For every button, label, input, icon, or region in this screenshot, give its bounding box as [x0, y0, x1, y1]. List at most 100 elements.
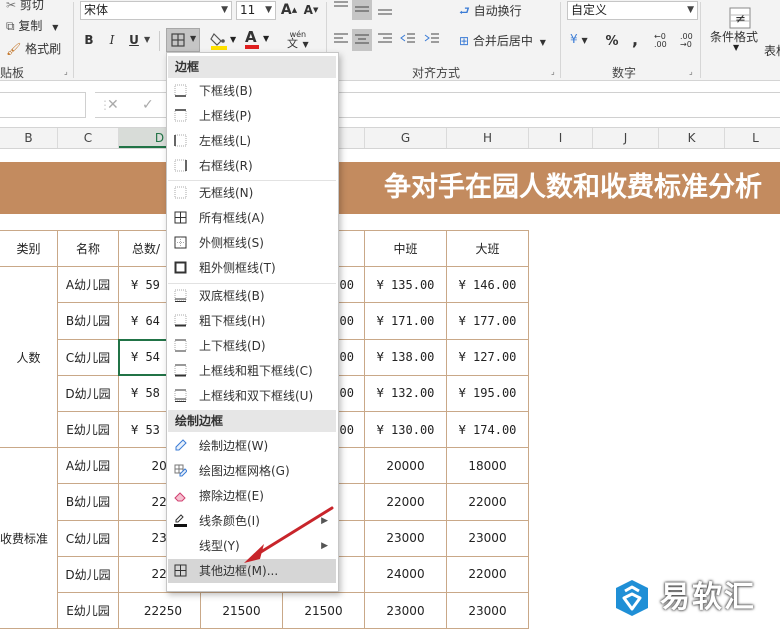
value-cell[interactable]: 20000	[365, 448, 447, 485]
underline-button[interactable]: U	[127, 32, 141, 48]
value-cell[interactable]: ¥ 146.00	[447, 267, 529, 304]
menu-item[interactable]: 下框线(B)	[168, 79, 336, 103]
value-cell[interactable]: ¥ 132.00	[365, 375, 447, 412]
border-button[interactable]: ▼	[166, 28, 200, 52]
column-header[interactable]: J	[593, 128, 659, 148]
bottom-align-button[interactable]	[377, 0, 395, 18]
bold-button[interactable]: B	[82, 32, 96, 48]
menu-item[interactable]: 粗下框线(H)	[168, 309, 336, 333]
cut-button[interactable]: ✂ 剪切	[6, 0, 44, 13]
column-header[interactable]: K	[659, 128, 725, 148]
alignment-launcher-icon[interactable]: ⌟	[551, 67, 555, 76]
align-center-button[interactable]	[352, 29, 372, 51]
menu-item[interactable]: 粗外侧框线(T)	[168, 256, 336, 280]
top-align-button[interactable]	[333, 0, 351, 18]
column-header[interactable]: C	[58, 128, 119, 148]
middle-align-button[interactable]	[352, 0, 372, 20]
header-cell[interactable]: 类别	[0, 231, 58, 268]
group-label-cell[interactable]: 人数	[0, 267, 58, 449]
title-banner[interactable]: 争对手在园人数和收费标准分析	[0, 162, 780, 214]
shrink-font-button[interactable]: A ▼	[303, 1, 319, 19]
value-cell[interactable]: 23000	[365, 520, 447, 557]
value-cell[interactable]: ¥ 195.00	[447, 375, 529, 412]
column-header[interactable]: I	[529, 128, 593, 148]
name-cell[interactable]: B幼儿园	[58, 303, 119, 340]
menu-item[interactable]: 上框线(P)	[168, 104, 336, 128]
phonetic-button[interactable]: wén 文 ▼	[287, 30, 309, 49]
menu-item[interactable]: 双底框线(B)	[168, 284, 336, 308]
name-cell[interactable]: D幼儿园	[58, 375, 119, 412]
confirm-icon[interactable]: ✓	[142, 93, 154, 117]
column-header[interactable]: H	[447, 128, 529, 148]
menu-item[interactable]: 无框线(N)	[168, 181, 336, 205]
column-header[interactable]: B	[0, 128, 58, 148]
value-cell[interactable]: 22000	[365, 484, 447, 521]
value-cell[interactable]: ¥ 174.00	[447, 412, 529, 449]
grow-font-button[interactable]: A ▲	[281, 1, 297, 19]
value-cell[interactable]: 21500	[283, 593, 365, 629]
value-cell[interactable]: 22000	[447, 556, 529, 593]
italic-button[interactable]: I	[105, 32, 119, 48]
value-cell[interactable]: ¥ 177.00	[447, 303, 529, 340]
font-name-combo[interactable]: 宋体 ▼	[80, 1, 232, 20]
cancel-icon[interactable]: ✕	[107, 93, 119, 117]
header-cell[interactable]: 名称	[58, 231, 119, 268]
name-cell[interactable]: A幼儿园	[58, 448, 119, 485]
chevron-down-icon[interactable]: ▼	[144, 35, 150, 44]
value-cell[interactable]: 23000	[447, 593, 529, 629]
menu-item[interactable]: 上框线和双下框线(U)	[168, 384, 336, 408]
header-cell[interactable]: 中班	[365, 231, 447, 268]
value-cell[interactable]: ¥ 171.00	[365, 303, 447, 340]
merge-center-button[interactable]: ⊞ 合并后居中 ▼	[459, 32, 546, 49]
name-cell[interactable]: C幼儿园	[58, 339, 119, 376]
name-cell[interactable]: B幼儿园	[58, 484, 119, 521]
header-cell[interactable]: 大班	[447, 231, 529, 268]
value-cell[interactable]: 18000	[447, 448, 529, 485]
menu-item[interactable]: 上下框线(D)	[168, 334, 336, 358]
format-painter-button[interactable]: 🖌 格式刷	[6, 40, 61, 57]
name-cell[interactable]: E幼儿园	[58, 593, 119, 629]
menu-item[interactable]: 左框线(L)	[168, 129, 336, 153]
fill-color-button[interactable]: ▼	[210, 30, 236, 53]
menu-item[interactable]: 绘图边框网格(G)	[168, 459, 336, 483]
value-cell[interactable]: ¥ 138.00	[365, 339, 447, 376]
menu-item[interactable]: 绘制边框(W)	[168, 434, 336, 458]
number-launcher-icon[interactable]: ⌟	[689, 67, 693, 76]
menu-item[interactable]: 右框线(R)	[168, 154, 336, 178]
comma-style-button[interactable]: ,	[628, 30, 642, 49]
menu-item[interactable]: 上框线和粗下框线(C)	[168, 359, 336, 383]
value-cell[interactable]: ¥ 127.00	[447, 339, 529, 376]
percent-button[interactable]: %	[604, 32, 620, 50]
column-header[interactable]: L	[725, 128, 780, 148]
name-cell[interactable]: E幼儿园	[58, 412, 119, 449]
group-label-cell[interactable]: 收费标准	[0, 448, 58, 629]
format-as-table-button[interactable]: 表格	[764, 42, 780, 59]
value-cell[interactable]: 23000	[447, 520, 529, 557]
align-left-button[interactable]	[333, 32, 351, 50]
accounting-format-button[interactable]: ¥ ▼	[570, 32, 588, 46]
wrap-text-button[interactable]: ⮐ 自动换行	[459, 2, 522, 23]
name-cell[interactable]: A幼儿园	[58, 267, 119, 304]
increase-decimal-button[interactable]: ←0.00	[654, 33, 667, 49]
name-box[interactable]	[0, 92, 86, 118]
value-cell[interactable]: ¥ 135.00	[365, 267, 447, 304]
increase-indent-button[interactable]	[424, 32, 442, 50]
value-cell[interactable]: 22250	[119, 593, 201, 629]
name-cell[interactable]: D幼儿园	[58, 556, 119, 593]
menu-item[interactable]: 所有框线(A)	[168, 206, 336, 230]
name-cell[interactable]: C幼儿园	[58, 520, 119, 557]
value-cell[interactable]: 21500	[201, 593, 283, 629]
align-right-button[interactable]	[377, 32, 395, 50]
font-size-combo[interactable]: 11 ▼	[236, 1, 276, 20]
clipboard-launcher-icon[interactable]: ⌟	[64, 67, 68, 76]
font-color-button[interactable]: A ▼	[245, 29, 269, 49]
column-header[interactable]: G	[365, 128, 447, 148]
value-cell[interactable]: 22000	[447, 484, 529, 521]
value-cell[interactable]: 23000	[365, 593, 447, 629]
decrease-indent-button[interactable]	[400, 32, 418, 50]
value-cell[interactable]: ¥ 130.00	[365, 412, 447, 449]
value-cell[interactable]: 24000	[365, 556, 447, 593]
copy-button[interactable]: ⧉ 复制 ▼	[6, 17, 58, 34]
menu-item[interactable]: 外侧框线(S)	[168, 231, 336, 255]
number-format-combo[interactable]: 自定义 ▼	[567, 1, 698, 20]
